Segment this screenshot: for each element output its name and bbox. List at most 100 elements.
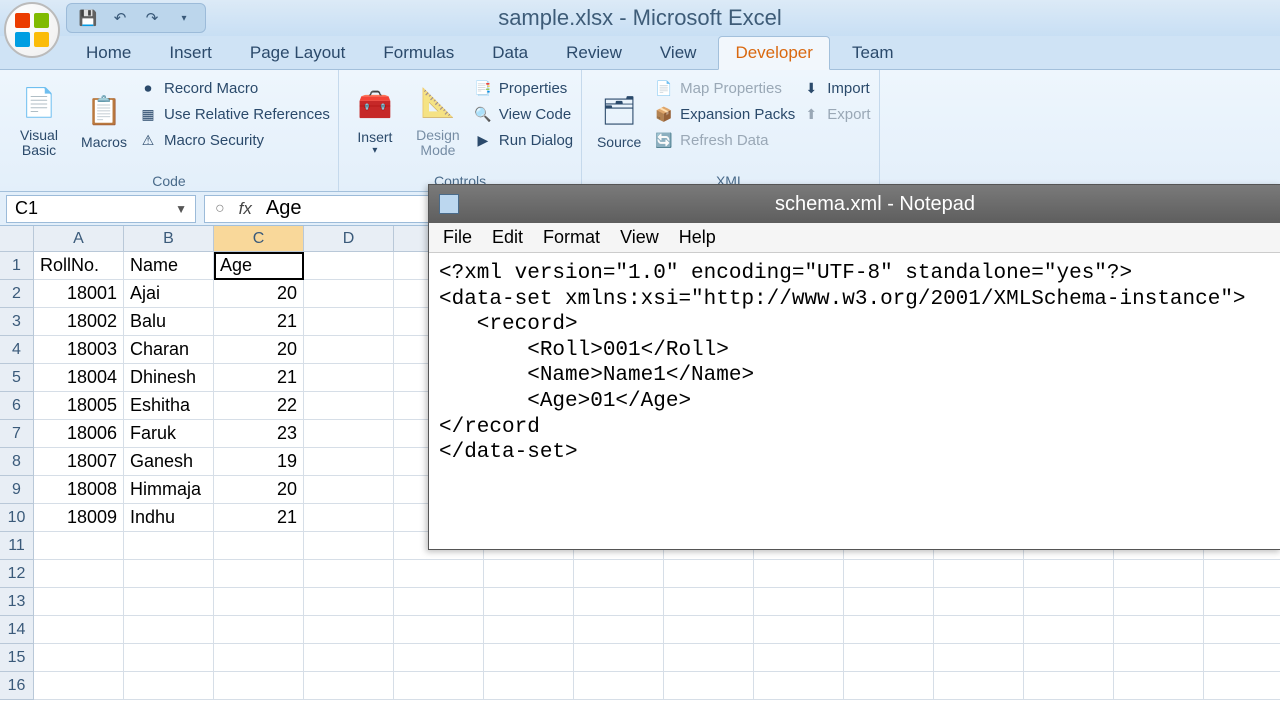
tab-review[interactable]: Review	[550, 37, 638, 69]
design-mode-button[interactable]: 📐 Design Mode	[409, 74, 467, 168]
cell[interactable]	[1204, 644, 1280, 672]
column-header[interactable]: C	[214, 226, 304, 252]
cell[interactable]: Ajai	[124, 280, 214, 308]
cell[interactable]	[1024, 560, 1114, 588]
cell[interactable]	[214, 588, 304, 616]
cell[interactable]: 18007	[34, 448, 124, 476]
expansion-packs-button[interactable]: 📦 Expansion Packs	[654, 104, 795, 124]
run-dialog-button[interactable]: ▶ Run Dialog	[473, 130, 573, 150]
cell[interactable]	[304, 420, 394, 448]
cell[interactable]	[484, 616, 574, 644]
cell[interactable]: Indhu	[124, 504, 214, 532]
cell[interactable]: 20	[214, 280, 304, 308]
cell[interactable]	[934, 560, 1024, 588]
cell[interactable]: Faruk	[124, 420, 214, 448]
cell[interactable]	[574, 616, 664, 644]
cell[interactable]	[664, 588, 754, 616]
notepad-body[interactable]: <?xml version="1.0" encoding="UTF-8" sta…	[429, 253, 1280, 549]
cell[interactable]: Ganesh	[124, 448, 214, 476]
cell[interactable]: 23	[214, 420, 304, 448]
cell[interactable]	[754, 616, 844, 644]
notepad-menu-file[interactable]: File	[443, 227, 472, 248]
tab-insert[interactable]: Insert	[153, 37, 228, 69]
row-header[interactable]: 6	[0, 392, 34, 420]
cell[interactable]	[304, 560, 394, 588]
notepad-titlebar[interactable]: schema.xml - Notepad	[429, 185, 1280, 223]
cell[interactable]	[1204, 616, 1280, 644]
cell[interactable]: Charan	[124, 336, 214, 364]
cell[interactable]	[124, 616, 214, 644]
notepad-menu-help[interactable]: Help	[679, 227, 716, 248]
cell[interactable]	[304, 476, 394, 504]
cell[interactable]	[754, 560, 844, 588]
cell[interactable]	[214, 644, 304, 672]
record-macro-button[interactable]: ⏺ Record Macro	[138, 78, 330, 98]
cell[interactable]: 22	[214, 392, 304, 420]
cell[interactable]	[304, 532, 394, 560]
cell[interactable]	[574, 560, 664, 588]
row-header[interactable]: 8	[0, 448, 34, 476]
cell[interactable]	[394, 588, 484, 616]
cell[interactable]	[304, 364, 394, 392]
redo-icon[interactable]: ↷	[143, 9, 161, 27]
tab-view[interactable]: View	[644, 37, 713, 69]
cell[interactable]	[484, 560, 574, 588]
save-icon[interactable]: 💾	[79, 9, 97, 27]
cell[interactable]	[304, 672, 394, 700]
row-header[interactable]: 10	[0, 504, 34, 532]
cell[interactable]	[394, 560, 484, 588]
row-header[interactable]: 5	[0, 364, 34, 392]
cell[interactable]	[214, 560, 304, 588]
cell[interactable]	[124, 588, 214, 616]
row-header[interactable]: 14	[0, 616, 34, 644]
cell[interactable]: 21	[214, 364, 304, 392]
cell[interactable]: 19	[214, 448, 304, 476]
cell[interactable]	[484, 644, 574, 672]
visual-basic-button[interactable]: 📄 Visual Basic	[8, 74, 70, 168]
tab-developer[interactable]: Developer	[718, 36, 830, 70]
cell[interactable]	[664, 616, 754, 644]
view-code-button[interactable]: 🔍 View Code	[473, 104, 573, 124]
cell[interactable]: 18009	[34, 504, 124, 532]
cell[interactable]: 18008	[34, 476, 124, 504]
row-header[interactable]: 4	[0, 336, 34, 364]
cell[interactable]	[1024, 616, 1114, 644]
cell[interactable]	[304, 308, 394, 336]
row-header[interactable]: 16	[0, 672, 34, 700]
cell[interactable]: 21	[214, 504, 304, 532]
tab-page-layout[interactable]: Page Layout	[234, 37, 361, 69]
row-header[interactable]: 12	[0, 560, 34, 588]
cell[interactable]	[664, 644, 754, 672]
cell[interactable]	[934, 588, 1024, 616]
cell[interactable]	[1114, 616, 1204, 644]
cell[interactable]: 18001	[34, 280, 124, 308]
cell[interactable]	[754, 672, 844, 700]
cell[interactable]: 18005	[34, 392, 124, 420]
import-button[interactable]: ⬇ Import	[801, 78, 870, 98]
insert-control-button[interactable]: 🧰 Insert ▾	[347, 74, 403, 168]
row-header[interactable]: 15	[0, 644, 34, 672]
row-header[interactable]: 3	[0, 308, 34, 336]
cell[interactable]	[934, 616, 1024, 644]
undo-icon[interactable]: ↶	[111, 9, 129, 27]
fx-icon[interactable]: fx	[239, 199, 252, 219]
cell[interactable]	[574, 672, 664, 700]
source-button[interactable]: 🗂 Source	[590, 74, 648, 168]
cell[interactable]	[1204, 588, 1280, 616]
notepad-window[interactable]: schema.xml - Notepad FileEditFormatViewH…	[428, 184, 1280, 550]
cell[interactable]	[304, 252, 394, 280]
cell[interactable]	[214, 672, 304, 700]
name-box[interactable]: C1 ▼	[6, 195, 196, 223]
cell[interactable]	[34, 672, 124, 700]
cell[interactable]	[304, 588, 394, 616]
cell[interactable]	[34, 616, 124, 644]
cell[interactable]	[934, 644, 1024, 672]
cell[interactable]	[124, 560, 214, 588]
cell[interactable]: Age	[214, 252, 304, 280]
cell[interactable]	[394, 644, 484, 672]
cell[interactable]: Balu	[124, 308, 214, 336]
cell[interactable]	[34, 644, 124, 672]
chevron-down-icon[interactable]: ▼	[175, 202, 187, 216]
cell[interactable]	[574, 644, 664, 672]
cell[interactable]: Eshitha	[124, 392, 214, 420]
